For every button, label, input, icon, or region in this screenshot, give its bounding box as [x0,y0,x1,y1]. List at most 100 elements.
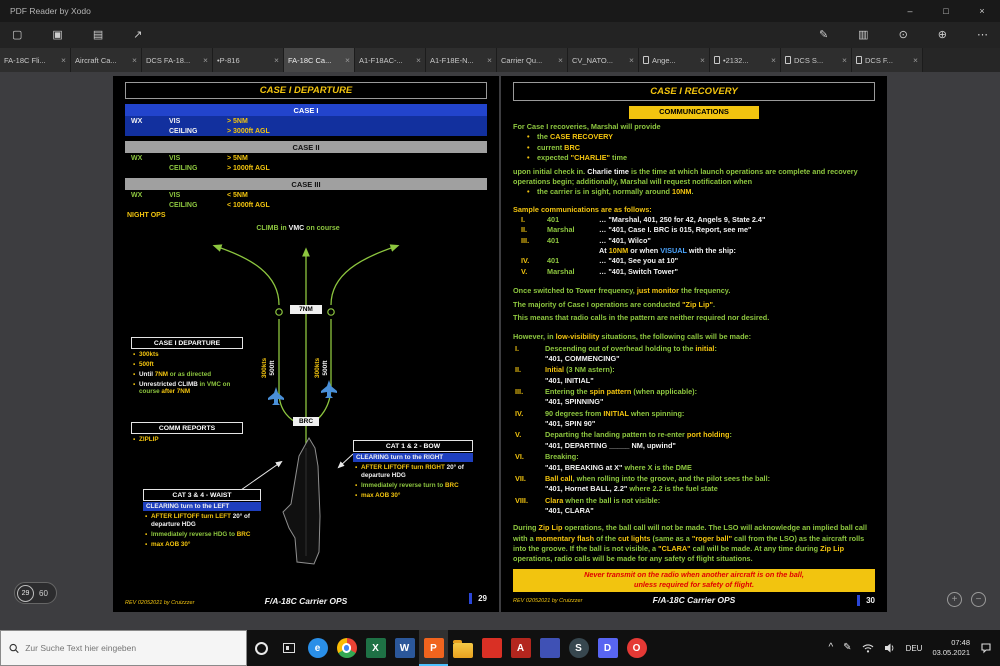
tab-close-icon[interactable]: × [416,55,421,65]
tab-close-icon[interactable]: × [700,55,705,65]
chrome-icon[interactable] [332,630,361,666]
edge-icon[interactable]: e [303,630,332,666]
open-file-icon[interactable]: ▢ [12,29,22,41]
document-tab[interactable]: CV_NATO... × [568,48,639,72]
document-tab[interactable]: •2132... × [710,48,781,72]
opera-icon[interactable]: O [622,630,651,666]
document-tab[interactable]: DCS FA-18... × [142,48,213,72]
more-options-icon[interactable]: ⋯ [977,29,988,41]
page-number: 30 [857,594,875,606]
search-input[interactable] [25,643,238,653]
app-toolbar: ▢ ▣ ▤ ↗ ✎ ▥ ⊙ ⊕ ⋯ [0,22,1000,48]
ceiling-label: CEILING [169,201,198,209]
document-tab[interactable]: Carrier Qu... × [497,48,568,72]
maximize-button[interactable]: □ [928,0,964,22]
tab-close-icon[interactable]: × [487,55,492,65]
tab-close-icon[interactable]: × [842,55,847,65]
photos-icon[interactable] [477,630,506,666]
steam-icon[interactable]: S [564,630,593,666]
document-tab[interactable]: FA-18C Ca... × [284,48,355,72]
taskbar: e X W P [0,630,1000,666]
tab-close-icon[interactable]: × [61,55,66,65]
list-item: • expected "CHARLIE" time [527,153,628,163]
speed-label: 300kts [261,358,268,379]
discord-icon[interactable]: D [593,630,622,666]
zoom-tool-icon[interactable]: ⊕ [938,29,947,41]
print-icon[interactable]: ▤ [93,29,103,41]
case-departure-infobox: CASE I DEPARTURE ▪ 300kts ▪ 500ft ▪ Unti… [131,337,243,396]
task-view-button[interactable] [275,630,303,666]
tab-close-icon[interactable]: × [913,55,918,65]
taskbar-search[interactable] [0,630,247,666]
language-indicator[interactable]: DEU [906,644,923,653]
volume-icon[interactable] [884,642,896,654]
vis-label: VIS [169,117,181,125]
paragraph: For Case I recoveries, Marshal will prov… [513,122,661,132]
document-tab[interactable]: DCS F... × [852,48,923,72]
action-center-icon[interactable] [980,642,992,654]
comm-reports-infobox: COMM REPORTS ▪ ZIPLIP [131,422,243,444]
vis-label: VIS [169,191,181,199]
tab-close-icon[interactable]: × [132,55,137,65]
tab-close-icon[interactable]: × [629,55,634,65]
system-tray: ^ ✎ DEU 07:48 03.05.2021 [828,638,1000,658]
tray-time: 07:48 [951,637,970,647]
document-tab[interactable]: A1-F18E-N... × [426,48,497,72]
document-viewer: CASE I DEPARTURE CASE I WX VIS > 5NM CEI… [0,72,1000,630]
acrobat-icon[interactable]: A [506,630,535,666]
file-explorer-icon[interactable] [448,630,477,666]
document-tab[interactable]: Aircraft Ca... × [71,48,142,72]
warning-text: Never transmit on the radio when another… [584,569,804,579]
document-tab[interactable]: A1-F18AC-... × [355,48,426,72]
edit-icon[interactable]: ✎ [819,29,828,41]
tab-close-icon[interactable]: × [558,55,563,65]
app-blue-icon[interactable] [535,630,564,666]
tray-expand-button[interactable]: ^ [828,643,833,653]
search-doc-icon[interactable]: ⊙ [899,29,908,41]
tab-label: CV_NATO... [572,55,613,65]
pen-icon[interactable]: ✎ [843,643,851,653]
document-tab[interactable]: DCS S... × [781,48,852,72]
document-tab[interactable]: •P-816 × [213,48,284,72]
task-view-icon [283,643,295,653]
share-icon[interactable]: ↗ [133,29,142,41]
excel-icon[interactable]: X [361,630,390,666]
document-name: F/A-18C Carrier OPS [652,594,736,605]
tab-label: FA-18C Ca... [288,55,332,65]
save-icon[interactable]: ▣ [52,29,62,41]
lowvis-call-row: V. Departing the landing pattern to re-e… [515,430,732,450]
tab-label: DCS F... [865,55,893,65]
page-view-icon[interactable]: ▥ [858,29,868,41]
minimize-button[interactable]: – [892,0,928,22]
cat12-infobox: CAT 1 & 2 - BOW CLEARING turn to the RIG… [353,440,473,499]
document-icon [714,56,720,64]
current-page[interactable]: 29 [17,584,34,602]
clock[interactable]: 07:48 03.05.2021 [932,638,970,658]
wifi-icon[interactable] [862,642,874,654]
tab-close-icon[interactable]: × [203,55,208,65]
cortana-button[interactable] [247,630,275,666]
close-button[interactable]: × [964,0,1000,22]
lowvis-call-row: IV. 90 degrees from INITIAL when spinnin… [515,408,685,429]
tab-close-icon[interactable]: × [771,55,776,65]
page-footer: REV 02052021 by Cruizzzer F/A-18C Carrie… [125,588,487,606]
document-tab[interactable]: Ange... × [639,48,710,72]
document-tab[interactable]: FA-18C Fli... × [0,48,71,72]
zoom-out-button[interactable]: − [971,592,986,607]
page-indicator[interactable]: 29 60 [14,582,57,604]
tab-label: Aircraft Ca... [75,55,117,65]
sample-call-row: III. 401 … "401, Wilco" [521,235,651,245]
bullet-item: ▪ max AOB 30° [145,540,191,548]
word-icon[interactable]: W [390,630,419,666]
tab-bar: FA-18C Fli... × Aircraft Ca... × DCS FA-… [0,48,1000,72]
revision-note: REV 02052021 by Cruizzzer [125,600,195,606]
document-icon [785,56,791,64]
tab-close-icon[interactable]: × [345,55,350,65]
title-bar: PDF Reader by Xodo – □ × [0,0,1000,22]
tab-close-icon[interactable]: × [274,55,279,65]
carrier-silhouette [282,437,321,565]
bullet-icon: ▪ [133,370,136,378]
xodo-pdf-icon[interactable]: P [419,630,448,666]
document-name: F/A-18C Carrier OPS [264,596,348,606]
zoom-in-button[interactable]: + [947,592,962,607]
